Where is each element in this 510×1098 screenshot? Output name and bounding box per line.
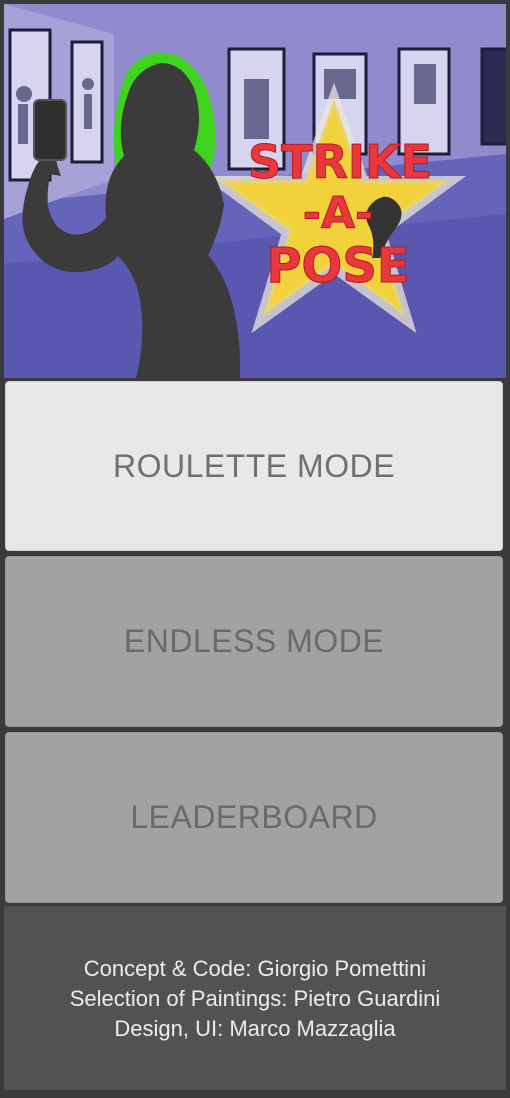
logo-line-pose: POSE (266, 238, 409, 294)
logo-line-strike: STRIKE (248, 135, 432, 189)
leaderboard-label: LEADERBOARD (130, 799, 378, 835)
main-menu-screen: STRIKE -A- POSE ROULETTE MODE ENDLESS MO… (0, 0, 510, 1098)
roulette-mode-label: ROULETTE MODE (112, 447, 396, 484)
credit-design-ui: Design, UI: Marco Mazzaglia (114, 1016, 396, 1041)
gallery-illustration: STRIKE -A- POSE (4, 4, 506, 378)
leaderboard-button[interactable]: LEADERBOARD (5, 732, 503, 903)
logo-line-a: -A- (303, 188, 374, 239)
title-banner: STRIKE -A- POSE (4, 4, 506, 378)
credits-panel: Concept & Code: Giorgio Pomettini Select… (4, 906, 506, 1090)
endless-mode-label: ENDLESS MODE (123, 623, 385, 659)
endless-mode-button[interactable]: ENDLESS MODE (5, 556, 503, 727)
credit-concept-code: Concept & Code: Giorgio Pomettini (83, 956, 427, 981)
credit-paintings: Selection of Paintings: Pietro Guardini (69, 986, 441, 1011)
roulette-mode-button[interactable]: ROULETTE MODE (5, 381, 503, 551)
